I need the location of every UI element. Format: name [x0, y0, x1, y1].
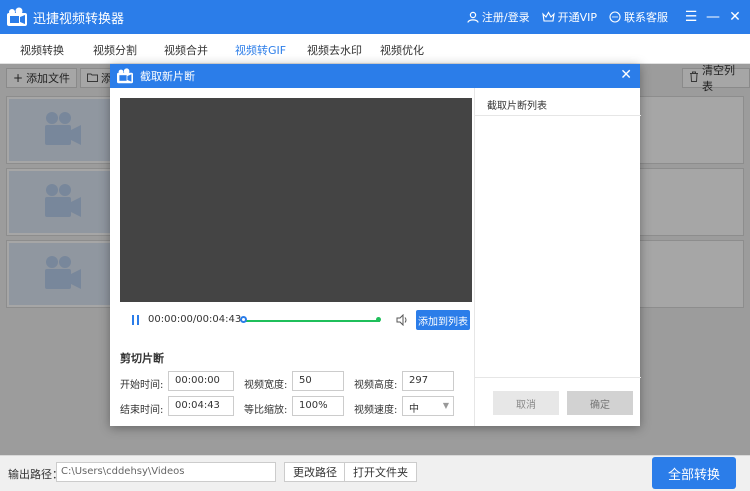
- divider: [475, 377, 641, 378]
- video-height-field[interactable]: 297: [402, 371, 454, 391]
- dialog-close-button[interactable]: ✕: [620, 67, 632, 83]
- clip-timeline[interactable]: [242, 320, 380, 322]
- end-time-field[interactable]: 00:04:43: [168, 396, 234, 416]
- tab-video-to-gif[interactable]: 视频转GIF: [235, 42, 286, 58]
- time-display: 00:00:00/00:04:43: [148, 314, 242, 325]
- start-time-field[interactable]: 00:00:00: [168, 371, 234, 391]
- video-preview[interactable]: [120, 98, 472, 302]
- video-height-label: 视频高度:: [354, 380, 398, 391]
- output-path-field[interactable]: C:\Users\cddehsy\Videos: [56, 462, 276, 482]
- confirm-button[interactable]: 确定: [567, 391, 633, 415]
- support-link[interactable]: 联系客服: [609, 9, 668, 25]
- chevron-down-icon: ▼: [442, 401, 449, 410]
- scale-label: 等比缩放:: [244, 405, 288, 416]
- end-time-label: 结束时间:: [120, 405, 164, 416]
- change-path-button[interactable]: 更改路径: [284, 462, 346, 482]
- timeline-end-handle[interactable]: [376, 317, 381, 322]
- tab-video-split[interactable]: 视频分割: [93, 42, 137, 58]
- tab-video-optimize[interactable]: 视频优化: [380, 42, 424, 58]
- app-logo-icon: [116, 68, 134, 84]
- tab-bar: 视频转换 视频分割 视频合并 视频转GIF 视频去水印 视频优化: [0, 34, 750, 64]
- video-width-field[interactable]: 50: [292, 371, 344, 391]
- login-link[interactable]: 注册/登录: [467, 9, 530, 25]
- scale-field[interactable]: 100%: [292, 396, 344, 416]
- clip-list-title: 截取片断列表: [487, 101, 547, 112]
- bottom-bar: 输出路径： C:\Users\cddehsy\Videos 更改路径 打开文件夹…: [0, 455, 750, 491]
- tab-remove-watermark[interactable]: 视频去水印: [307, 42, 362, 58]
- chat-icon: [609, 11, 621, 23]
- clip-list-panel: 截取片断列表 取消 确定: [474, 88, 641, 426]
- dialog-header: 截取新片断 ✕: [110, 64, 640, 88]
- tab-video-convert[interactable]: 视频转换: [20, 42, 64, 58]
- add-to-list-button[interactable]: 添加到列表: [416, 310, 470, 330]
- divider: [475, 115, 641, 116]
- app-logo-icon: [6, 7, 28, 27]
- output-path-label: 输出路径：: [8, 468, 63, 481]
- login-label: 注册/登录: [481, 11, 530, 24]
- title-bar: 迅捷视频转换器 注册/登录 开通VIP 联系客服 ☰ — ✕: [0, 0, 750, 34]
- menu-button[interactable]: ☰: [680, 9, 702, 25]
- video-speed-label: 视频速度:: [354, 405, 398, 416]
- tab-video-merge[interactable]: 视频合并: [164, 42, 208, 58]
- section-title: 剪切片断: [120, 352, 164, 365]
- pause-icon[interactable]: [132, 315, 140, 325]
- convert-all-button[interactable]: 全部转换: [652, 457, 736, 489]
- cancel-button[interactable]: 取消: [493, 391, 559, 415]
- dialog-title: 截取新片断: [140, 70, 195, 83]
- minimize-button[interactable]: —: [702, 9, 724, 25]
- timeline-start-handle[interactable]: [240, 316, 247, 323]
- video-speed-select[interactable]: 中 ▼: [402, 396, 454, 416]
- volume-icon[interactable]: [396, 314, 410, 326]
- vip-label: 开通VIP: [557, 11, 597, 24]
- vip-link[interactable]: 开通VIP: [541, 9, 597, 25]
- support-label: 联系客服: [624, 11, 668, 24]
- user-icon: [467, 11, 479, 23]
- video-speed-value: 中: [409, 404, 419, 415]
- close-button[interactable]: ✕: [724, 9, 746, 25]
- open-folder-button[interactable]: 打开文件夹: [344, 462, 417, 482]
- start-time-label: 开始时间:: [120, 380, 164, 391]
- video-width-label: 视频宽度:: [244, 380, 288, 391]
- app-title: 迅捷视频转换器: [33, 11, 125, 27]
- crown-icon: [541, 11, 555, 22]
- player-controls: 00:00:00/00:04:43 添加到列表: [120, 304, 472, 336]
- clip-dialog: 截取新片断 ✕ 00:00:00/00:04:43 添加到列表 剪切片断 开始时…: [110, 64, 641, 426]
